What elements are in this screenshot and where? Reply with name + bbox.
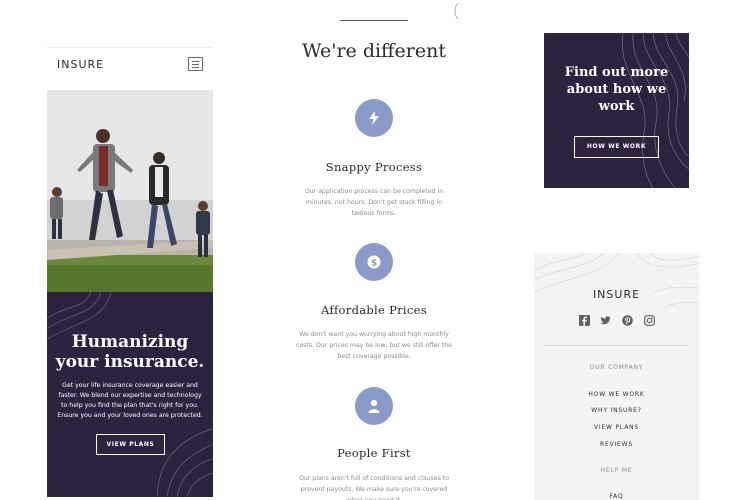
feature-text-affordable-prices: We don't want you worrying about high mo… <box>296 331 452 360</box>
facebook-icon[interactable] <box>579 315 590 326</box>
footer-link-how-we-work[interactable]: HOW WE WORK <box>534 391 699 398</box>
instagram-icon[interactable] <box>644 315 655 326</box>
svg-text:$: $ <box>371 258 377 268</box>
person-icon <box>355 387 393 425</box>
footer-heading-help-me: HELP ME <box>600 467 633 474</box>
feature-title-snappy-process: Snappy Process <box>325 160 423 174</box>
footer-link-reviews[interactable]: REVIEWS <box>534 441 699 448</box>
footer-link-why-insure[interactable]: WHY INSURE? <box>534 407 699 414</box>
different-section-title: We're different <box>302 40 446 62</box>
footer-link-view-plans[interactable]: VIEW PLANS <box>534 424 699 431</box>
twitter-icon[interactable] <box>600 315 611 326</box>
feature-text-snappy-process: Our application process can be completed… <box>304 188 444 217</box>
view-plans-button[interactable]: VIEW PLANS <box>96 434 165 455</box>
how-we-work-cta: Find out more about how we work HOW WE W… <box>544 33 689 188</box>
feature-title-affordable-prices: Affordable Prices <box>321 303 427 317</box>
cta-title-line-2: about how we <box>566 82 667 97</box>
pinterest-icon[interactable] <box>622 315 633 326</box>
section-divider <box>340 20 408 21</box>
footer-heading-our-company: OUR COMPANY <box>589 364 644 371</box>
footer-brand-logo[interactable]: INSURE <box>534 288 699 301</box>
dollar-coin-icon: $ <box>355 243 393 281</box>
hero-title-line-1: Humanizing <box>71 332 189 352</box>
hamburger-menu-icon[interactable] <box>188 57 203 71</box>
social-links <box>579 315 655 327</box>
hero-title-line-2: your insurance. <box>55 352 205 372</box>
how-we-work-button[interactable]: HOW WE WORK <box>574 136 659 158</box>
site-footer: INSURE OUR COMPANY HOW WE WORK WHY INSUR… <box>534 253 699 500</box>
hero-title: Humanizing your insurance. <box>47 332 213 372</box>
cta-title-line-3: work <box>598 99 635 114</box>
mobile-home-preview: INSURE Humanizing your insurance. Get yo… <box>47 47 213 497</box>
feature-title-people-first: People First <box>337 446 411 460</box>
feature-text-people-first: Our plans aren't full of conditions and … <box>299 475 449 500</box>
footer-divider <box>544 345 689 346</box>
hero-section: Humanizing your insurance. Get your life… <box>47 292 213 497</box>
hero-description: Get your life insurance coverage easier … <box>57 382 203 419</box>
brand-logo[interactable]: INSURE <box>57 58 104 71</box>
cta-title: Find out more about how we work <box>544 64 689 115</box>
decorative-arc <box>454 3 459 19</box>
footer-link-faq[interactable]: FAQ <box>534 493 699 500</box>
family-walking-photo <box>47 90 213 292</box>
lightning-bolt-icon <box>355 99 393 137</box>
site-header: INSURE <box>47 47 213 90</box>
cta-title-line-1: Find out more <box>564 65 669 80</box>
